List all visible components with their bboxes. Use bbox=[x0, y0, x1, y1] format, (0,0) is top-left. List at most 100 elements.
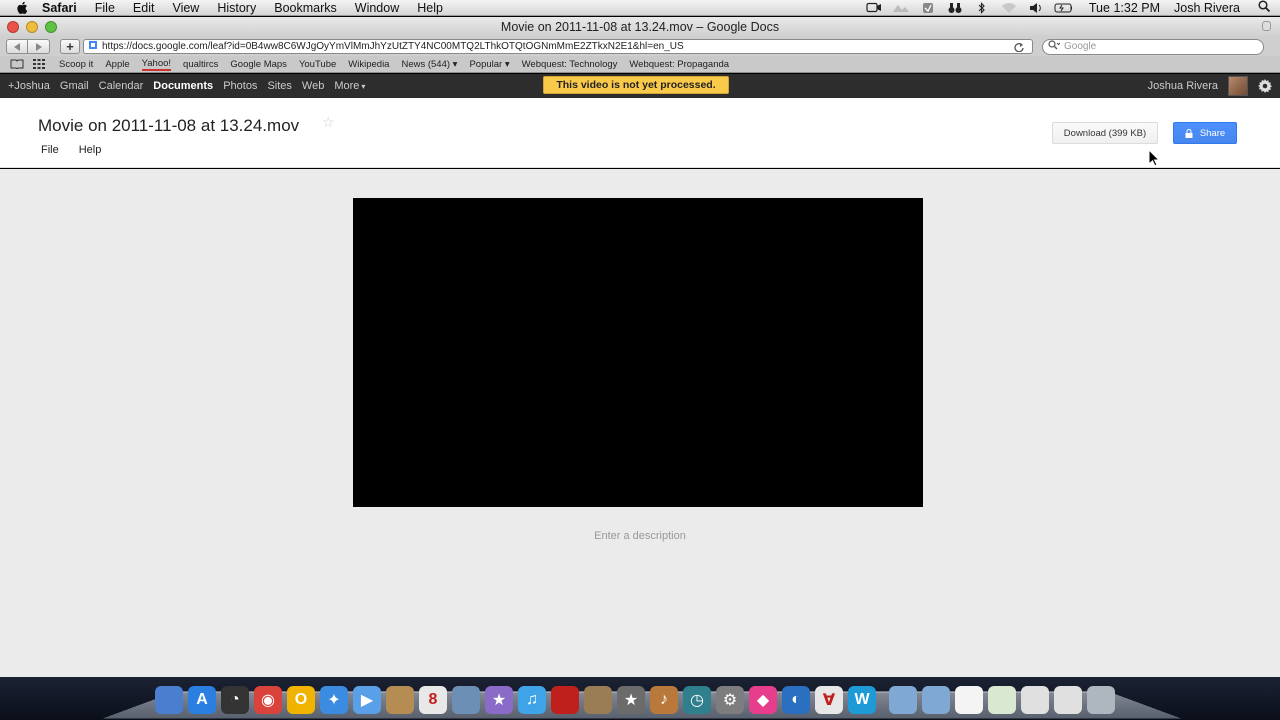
binoculars-status-icon[interactable] bbox=[946, 2, 964, 14]
app-store-icon[interactable]: A bbox=[188, 686, 216, 714]
doc-menu: File Help bbox=[41, 144, 121, 156]
doc-header: Movie on 2011-11-08 at 13.24.mov ☆ File … bbox=[0, 98, 1280, 168]
page-title[interactable]: Movie on 2011-11-08 at 13.24.mov bbox=[38, 116, 299, 136]
window-2-icon[interactable] bbox=[1054, 686, 1082, 714]
menu-window[interactable]: Window bbox=[355, 1, 399, 15]
download-button[interactable]: Download (399 KB) bbox=[1052, 122, 1158, 144]
share-button[interactable]: Share bbox=[1173, 122, 1237, 144]
toolbar-toggle-icon[interactable] bbox=[1262, 21, 1271, 31]
gear-icon[interactable] bbox=[1258, 79, 1272, 93]
imovie-star-icon[interactable]: ★ bbox=[617, 686, 645, 714]
folder-icon[interactable] bbox=[889, 686, 917, 714]
applications-folder-icon[interactable] bbox=[922, 686, 950, 714]
gbar-photos[interactable]: Photos bbox=[223, 80, 257, 92]
photo-booth-icon[interactable] bbox=[551, 686, 579, 714]
preview-icon[interactable] bbox=[584, 686, 612, 714]
bookmark-popular-folder[interactable]: Popular ▾ bbox=[469, 59, 509, 70]
search-placeholder: Google bbox=[1064, 41, 1097, 52]
bookmark-news-folder[interactable]: News (544) ▾ bbox=[401, 59, 457, 70]
window-icon[interactable] bbox=[1021, 686, 1049, 714]
menu-file[interactable]: File bbox=[95, 1, 115, 15]
gbar-sites[interactable]: Sites bbox=[267, 80, 291, 92]
menu-bookmarks[interactable]: Bookmarks bbox=[274, 1, 337, 15]
window-title: Movie on 2011-11-08 at 13.24.mov – Googl… bbox=[500, 20, 780, 34]
search-field[interactable]: Google bbox=[1042, 38, 1264, 55]
camera-status-icon[interactable] bbox=[865, 2, 883, 14]
forward-button[interactable] bbox=[28, 39, 50, 54]
facetime-icon[interactable]: ▶ bbox=[353, 686, 381, 714]
star-icon[interactable]: ☆ bbox=[322, 114, 335, 131]
bookmarks-bar: Scoop it Apple Yahoo! qualtircs Google M… bbox=[0, 56, 1280, 73]
search-icon bbox=[1048, 40, 1061, 53]
chrome-icon[interactable]: ◉ bbox=[254, 686, 282, 714]
menu-edit[interactable]: Edit bbox=[133, 1, 155, 15]
gbar-web[interactable]: Web bbox=[302, 80, 324, 92]
bookmark-qualtircs[interactable]: qualtircs bbox=[183, 59, 218, 70]
chevron-down-icon: ▾ bbox=[361, 82, 366, 91]
menu-history[interactable]: History bbox=[217, 1, 256, 15]
iphoto-icon[interactable] bbox=[452, 686, 480, 714]
gbar-more[interactable]: More ▾ bbox=[334, 80, 365, 92]
avatar[interactable] bbox=[1228, 76, 1248, 96]
address-bar[interactable]: https://docs.google.com/leaf?id=0B4ww8C6… bbox=[83, 39, 1033, 54]
reading-list-icon[interactable] bbox=[10, 59, 24, 69]
spreadsheet-icon[interactable] bbox=[988, 686, 1016, 714]
doc-menu-help[interactable]: Help bbox=[79, 144, 102, 156]
safari-icon[interactable]: ✦ bbox=[320, 686, 348, 714]
bluetooth-icon[interactable] bbox=[973, 1, 991, 14]
menu-user-name[interactable]: Josh Rivera bbox=[1174, 1, 1240, 15]
back-button[interactable] bbox=[6, 39, 28, 54]
bookmark-apple[interactable]: Apple bbox=[105, 59, 129, 70]
video-player[interactable] bbox=[353, 198, 923, 507]
gbar-documents[interactable]: Documents bbox=[153, 80, 213, 92]
bookmark-wikipedia[interactable]: Wikipedia bbox=[348, 59, 389, 70]
gem-app-icon[interactable]: ◆ bbox=[749, 686, 777, 714]
document-content: Enter a description bbox=[0, 169, 1280, 677]
bookmark-youtube[interactable]: YouTube bbox=[299, 59, 336, 70]
word-icon[interactable]: W bbox=[848, 686, 876, 714]
menu-view[interactable]: View bbox=[172, 1, 199, 15]
menu-help[interactable]: Help bbox=[417, 1, 443, 15]
wifi-icon[interactable] bbox=[1000, 2, 1018, 14]
acrobat-icon[interactable]: ∀ bbox=[815, 686, 843, 714]
gbar-calendar[interactable]: Calendar bbox=[99, 80, 144, 92]
top-sites-grid-icon[interactable] bbox=[33, 59, 47, 69]
system-preferences-icon[interactable]: ⚙ bbox=[716, 686, 744, 714]
bookmark-yahoo[interactable]: Yahoo! bbox=[141, 58, 172, 71]
gbar-more-label: More bbox=[334, 80, 360, 92]
address-book-icon[interactable] bbox=[386, 686, 414, 714]
dashboard-icon[interactable]: ◔ bbox=[221, 686, 249, 714]
itunes-icon[interactable]: ♫ bbox=[518, 686, 546, 714]
bookmark-webquest-technology[interactable]: Webquest: Technology bbox=[522, 59, 618, 70]
ring-app-icon[interactable]: O bbox=[287, 686, 315, 714]
gbar-plus-joshua[interactable]: +Joshua bbox=[8, 80, 50, 92]
trash-icon[interactable] bbox=[1087, 686, 1115, 714]
menu-clock[interactable]: Tue 1:32 PM bbox=[1089, 1, 1160, 15]
add-bookmark-button[interactable]: + bbox=[60, 39, 80, 54]
bookmark-scoop-it[interactable]: Scoop it bbox=[59, 59, 93, 70]
sync-status-icon[interactable] bbox=[892, 2, 910, 14]
gbar-user-name[interactable]: Joshua Rivera bbox=[1148, 80, 1218, 92]
battery-icon[interactable] bbox=[1054, 2, 1072, 14]
imovie-icon[interactable]: ★ bbox=[485, 686, 513, 714]
gbar-gmail[interactable]: Gmail bbox=[60, 80, 89, 92]
bookmark-google-maps[interactable]: Google Maps bbox=[230, 59, 287, 70]
script-status-icon[interactable] bbox=[919, 2, 937, 14]
network-icon[interactable]: ◐ bbox=[782, 686, 810, 714]
bookmark-webquest-propaganda[interactable]: Webquest: Propaganda bbox=[629, 59, 729, 70]
volume-icon[interactable] bbox=[1027, 2, 1045, 14]
time-machine-icon[interactable]: ◷ bbox=[683, 686, 711, 714]
ical-icon[interactable]: 8 bbox=[419, 686, 447, 714]
finder-icon[interactable] bbox=[155, 686, 183, 714]
reload-icon[interactable] bbox=[1014, 42, 1028, 52]
apple-icon[interactable] bbox=[16, 1, 32, 15]
doc-menu-file[interactable]: File bbox=[41, 144, 59, 156]
share-button-label: Share bbox=[1199, 127, 1226, 139]
description-field[interactable]: Enter a description bbox=[0, 530, 1280, 542]
garageband-icon[interactable]: ♪ bbox=[650, 686, 678, 714]
url-field[interactable]: https://docs.google.com/leaf?id=0B4ww8C6… bbox=[102, 41, 1014, 52]
document-icon[interactable] bbox=[955, 686, 983, 714]
spotlight-icon[interactable] bbox=[1258, 0, 1271, 15]
menu-bar: Safari File Edit View History Bookmarks … bbox=[0, 0, 1280, 16]
menu-safari[interactable]: Safari bbox=[42, 1, 77, 15]
